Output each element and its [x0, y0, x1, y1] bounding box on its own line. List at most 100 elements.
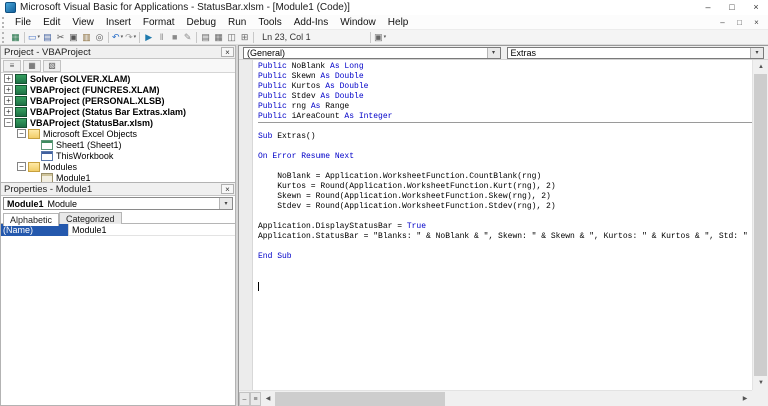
code-line	[258, 212, 752, 222]
redo-button[interactable]: ↷▾	[124, 31, 137, 44]
collapse-icon[interactable]: −	[17, 162, 26, 171]
properties-panel-header[interactable]: Properties - Module1 ×	[1, 183, 235, 196]
mdi-close-button[interactable]: ×	[748, 18, 765, 27]
project-tree[interactable]: +Solver (SOLVER.XLAM)+VBAProject (FUNCRE…	[1, 73, 235, 182]
tree-item-modules[interactable]: −Modules	[1, 161, 235, 172]
property-value-cell[interactable]: Module1	[69, 225, 107, 235]
project-explorer-button[interactable]: ▤	[199, 31, 212, 44]
menu-bar: FileEditViewInsertFormatDebugRunToolsAdd…	[0, 15, 768, 30]
maximize-button[interactable]: □	[720, 0, 744, 15]
toggle-folders-button[interactable]: ▧	[43, 60, 61, 72]
collapse-icon[interactable]: −	[17, 129, 26, 138]
save-button[interactable]: ▤	[41, 31, 54, 44]
vba-app-icon	[5, 2, 16, 13]
procedure-dropdown[interactable]: Extras ▾	[507, 47, 765, 59]
code-line: Public rng As Range	[258, 102, 752, 112]
project-explorer-icon: ▤	[201, 31, 210, 44]
undo-button[interactable]: ↶▾	[111, 31, 124, 44]
toolbar-grip-handle[interactable]	[2, 32, 7, 43]
menu-edit[interactable]: Edit	[37, 15, 66, 30]
scroll-down-icon[interactable]: ▼	[753, 376, 768, 390]
tree-item-module1[interactable]: Module1	[1, 172, 235, 182]
view-microsoft-excel-button[interactable]: ▦	[9, 31, 22, 44]
project-panel-header[interactable]: Project - VBAProject ×	[1, 46, 235, 59]
vertical-scrollbar-thumb[interactable]	[754, 74, 767, 376]
scroll-right-icon[interactable]: ▶	[738, 391, 752, 406]
toolbox-button[interactable]: ⊞	[238, 31, 251, 44]
expand-icon[interactable]: +	[4, 85, 13, 94]
properties-window-button[interactable]: ▦	[212, 31, 225, 44]
tree-item-thisworkbook[interactable]: ThisWorkbook	[1, 150, 235, 161]
vertical-scrollbar[interactable]: ▲ ▼	[752, 60, 768, 390]
menu-tools[interactable]: Tools	[252, 15, 287, 30]
tree-item-sheet1[interactable]: Sheet1 (Sheet1)	[1, 139, 235, 150]
chevron-down-icon[interactable]: ▾	[219, 198, 232, 209]
menu-add-ins[interactable]: Add-Ins	[288, 15, 334, 30]
add-ins-toolbar-button[interactable]: ▣▾	[373, 31, 387, 44]
minimize-button[interactable]: –	[696, 0, 720, 15]
chevron-down-icon[interactable]: ▾	[750, 48, 763, 58]
collapse-icon[interactable]: −	[4, 118, 13, 127]
add-ins-toolbar-icon: ▣	[374, 31, 383, 44]
code-line: Public NoBlank As Long	[258, 62, 752, 72]
horizontal-scrollbar[interactable]: – ≡ ◀ ▶	[239, 390, 752, 406]
dropdown-arrow-icon[interactable]: ▾	[384, 34, 387, 40]
find-button[interactable]: ◎	[93, 31, 106, 44]
menu-debug[interactable]: Debug	[181, 15, 222, 30]
code-content[interactable]: Public NoBlank As LongPublic Skewn As Do…	[254, 60, 752, 390]
design-mode-button[interactable]: ✎	[181, 31, 194, 44]
menu-format[interactable]: Format	[137, 15, 181, 30]
break-icon: ‖	[160, 31, 164, 44]
dropdown-arrow-icon[interactable]: ▾	[121, 34, 124, 40]
expand-icon[interactable]: +	[4, 74, 13, 83]
scroll-up-icon[interactable]: ▲	[753, 60, 768, 74]
tree-item-personal-project[interactable]: +VBAProject (PERSONAL.XLSB)	[1, 95, 235, 106]
full-module-view-button[interactable]: ≡	[250, 392, 261, 406]
tree-item-solver-project[interactable]: +Solver (SOLVER.XLAM)	[1, 73, 235, 84]
tree-item-label: VBAProject (FUNCRES.XLAM)	[30, 85, 160, 95]
copy-button[interactable]: ▣	[67, 31, 80, 44]
menu-help[interactable]: Help	[382, 15, 415, 30]
tree-item-status-bar-extras-project[interactable]: +VBAProject (Status Bar Extras.xlam)	[1, 106, 235, 117]
close-button[interactable]: ×	[744, 0, 768, 15]
tree-item-funcres-project[interactable]: + VBAProject (FUNCRES.XLAM)	[1, 84, 235, 95]
tree-item-statusbar-project[interactable]: −VBAProject (StatusBar.xlsm)	[1, 117, 235, 128]
object-browser-button[interactable]: ◫	[225, 31, 238, 44]
view-object-button[interactable]: ▦	[23, 60, 41, 72]
chevron-down-icon[interactable]: ▾	[487, 48, 500, 58]
menu-run[interactable]: Run	[222, 15, 252, 30]
cut-button[interactable]: ✂	[54, 31, 67, 44]
expand-icon[interactable]: +	[4, 107, 13, 116]
dropdown-arrow-icon[interactable]: ▾	[134, 34, 137, 40]
breakpoint-margin[interactable]	[239, 60, 253, 390]
paste-icon: ▥	[82, 31, 91, 44]
horizontal-scrollbar-thumb[interactable]	[275, 392, 445, 406]
procedure-view-button[interactable]: –	[239, 392, 250, 406]
menu-window[interactable]: Window	[334, 15, 382, 30]
project-icon	[15, 107, 27, 117]
reset-button[interactable]: ■	[168, 31, 181, 44]
tree-item-microsoft-excel-objects[interactable]: −Microsoft Excel Objects	[1, 128, 235, 139]
project-icon	[15, 96, 27, 106]
expand-icon[interactable]: +	[4, 96, 13, 105]
menu-insert[interactable]: Insert	[100, 15, 137, 30]
object-selector-combobox[interactable]: Module1 Module ▾	[3, 197, 233, 210]
run-button[interactable]: ▶	[142, 31, 155, 44]
menu-grip-handle[interactable]	[2, 17, 7, 28]
menu-file[interactable]: File	[9, 15, 37, 30]
properties-grid[interactable]: (Name)Module1	[1, 224, 235, 404]
properties-panel-close-button[interactable]: ×	[221, 184, 234, 194]
mdi-minimize-button[interactable]: –	[714, 18, 731, 27]
menu-view[interactable]: View	[66, 15, 100, 30]
scroll-left-icon[interactable]: ◀	[261, 391, 275, 406]
mdi-restore-button[interactable]: □	[731, 18, 748, 27]
paste-button[interactable]: ▥	[80, 31, 93, 44]
view-code-button[interactable]: ≡	[3, 60, 21, 72]
tab-alphabetic[interactable]: Alphabetic	[3, 213, 59, 226]
object-dropdown[interactable]: (General) ▾	[243, 47, 501, 59]
insert-userform-button[interactable]: ▭▾	[27, 31, 41, 44]
tab-categorized[interactable]: Categorized	[59, 212, 122, 224]
project-panel-close-button[interactable]: ×	[221, 47, 234, 57]
dropdown-arrow-icon[interactable]: ▾	[38, 34, 41, 40]
break-button[interactable]: ‖	[155, 31, 168, 44]
